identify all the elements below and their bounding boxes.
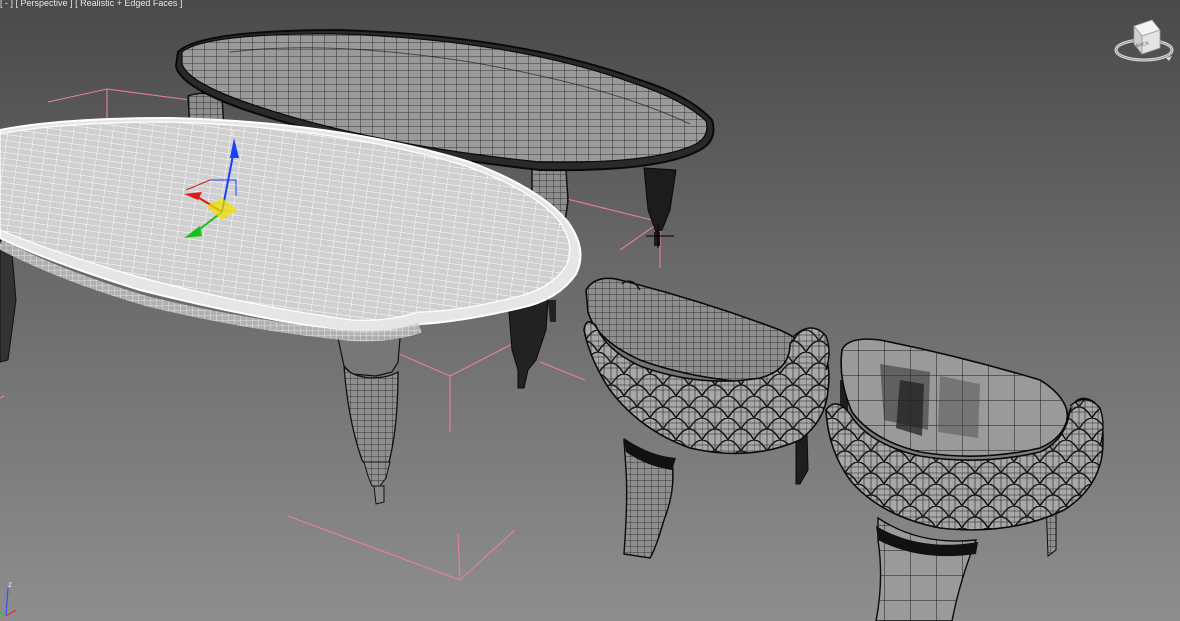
world-axis-z-label: z bbox=[8, 580, 12, 589]
front-table-leg-center bbox=[337, 337, 401, 505]
viewport-label-menu: [ - ] [ Perspective ] [ Realistic + Edge… bbox=[0, 0, 182, 9]
chair-left[interactable] bbox=[583, 277, 830, 559]
perspective-viewport[interactable]: z [-] [Perspective] [Realistic + Ed… bbox=[0, 0, 1180, 621]
chair-right-pedestal bbox=[875, 516, 978, 621]
viewport-shading-menu[interactable]: [ Realistic + Edged Faces ] bbox=[75, 0, 182, 8]
front-table-selected[interactable] bbox=[0, 116, 582, 505]
back-table-leg-right bbox=[643, 167, 677, 246]
viewport-view-menu[interactable]: [ Perspective ] bbox=[16, 0, 73, 8]
gizmo-z-label: z bbox=[231, 128, 235, 137]
chair-right[interactable] bbox=[825, 338, 1104, 621]
scene-canvas[interactable]: z bbox=[0, 0, 1180, 621]
viewport-general-menu[interactable]: [ - ] bbox=[0, 0, 13, 8]
viewcube-icon[interactable]: BACK bbox=[1112, 14, 1176, 66]
world-axis-tripod-icon: z bbox=[0, 580, 17, 617]
